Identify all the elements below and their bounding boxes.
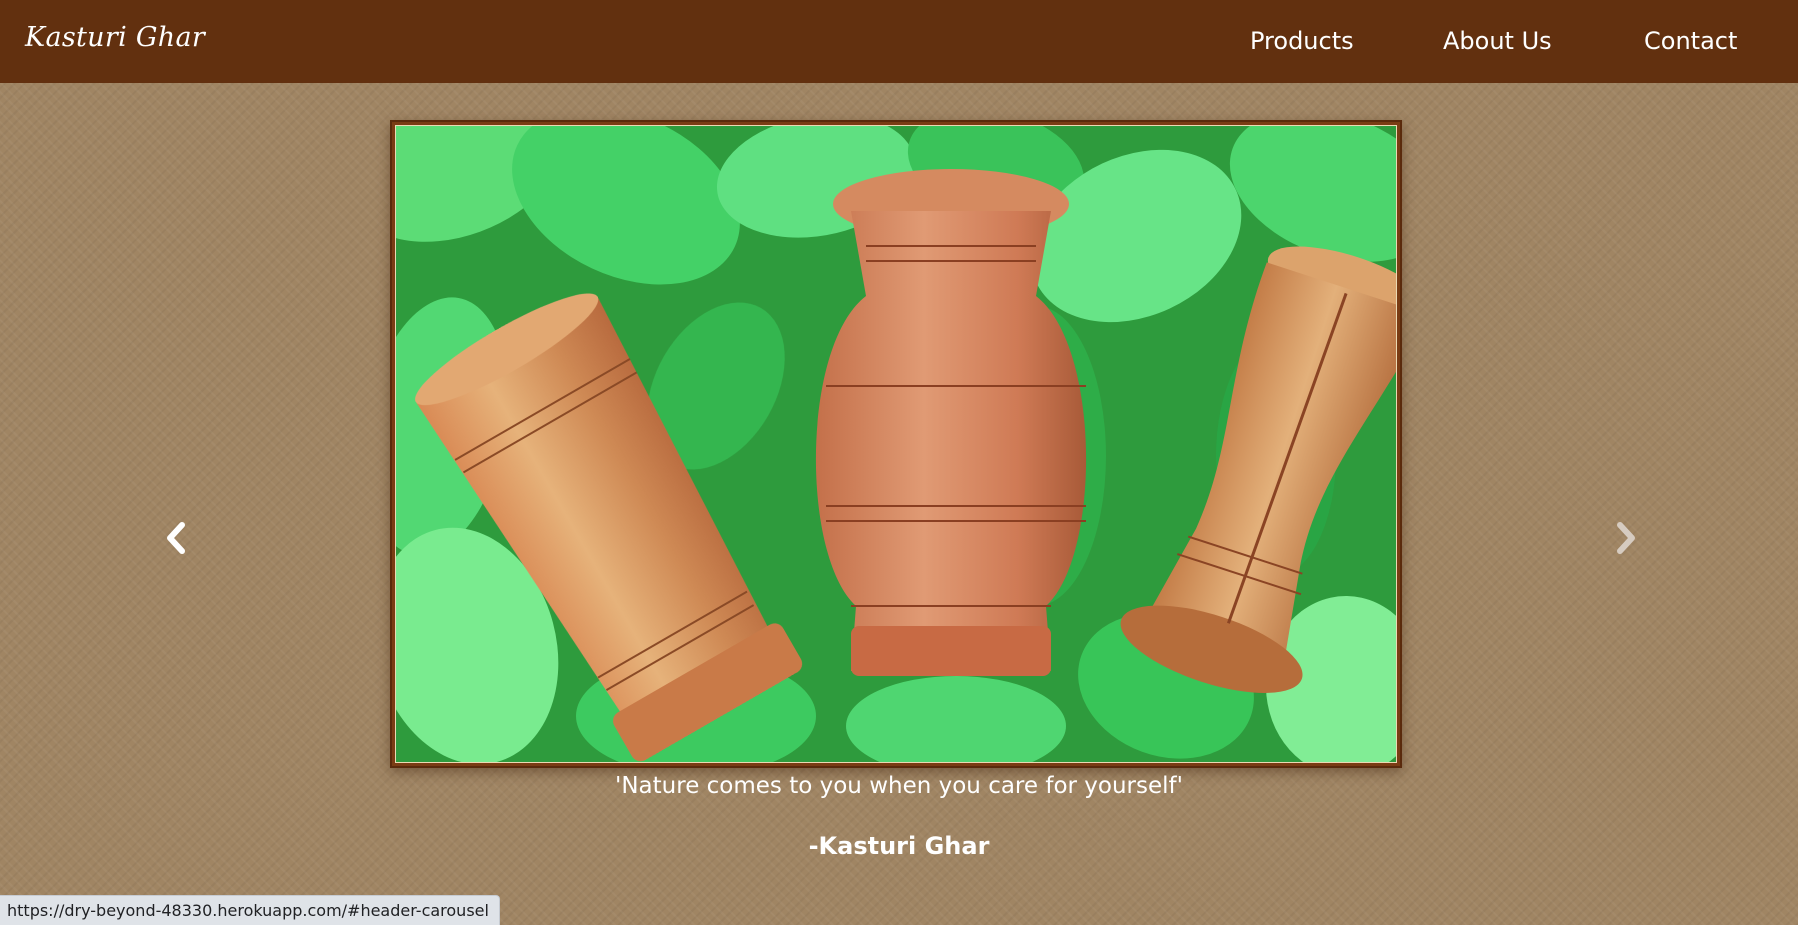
carousel-caption-author: -Kasturi Ghar [808,832,990,860]
carousel-next-button[interactable] [1606,518,1646,558]
chevron-right-icon [1617,522,1635,554]
carousel-caption-quote: 'Nature comes to you when you care for y… [615,773,1183,799]
carousel-frame [390,120,1402,768]
nav-link-contact[interactable]: Contact [1644,27,1737,55]
browser-status-url: https://dry-beyond-48330.herokuapp.com/#… [0,895,500,925]
nav-link-products[interactable]: Products [1250,27,1354,55]
brand-logo[interactable]: Kasturi Ghar [25,22,205,53]
carousel-prev-button[interactable] [156,518,196,558]
chevron-left-icon [167,522,185,554]
carousel-slide-image [395,125,1397,763]
navbar: Kasturi Ghar Products About Us Contact [0,0,1798,83]
nav-link-about-us[interactable]: About Us [1443,27,1552,55]
